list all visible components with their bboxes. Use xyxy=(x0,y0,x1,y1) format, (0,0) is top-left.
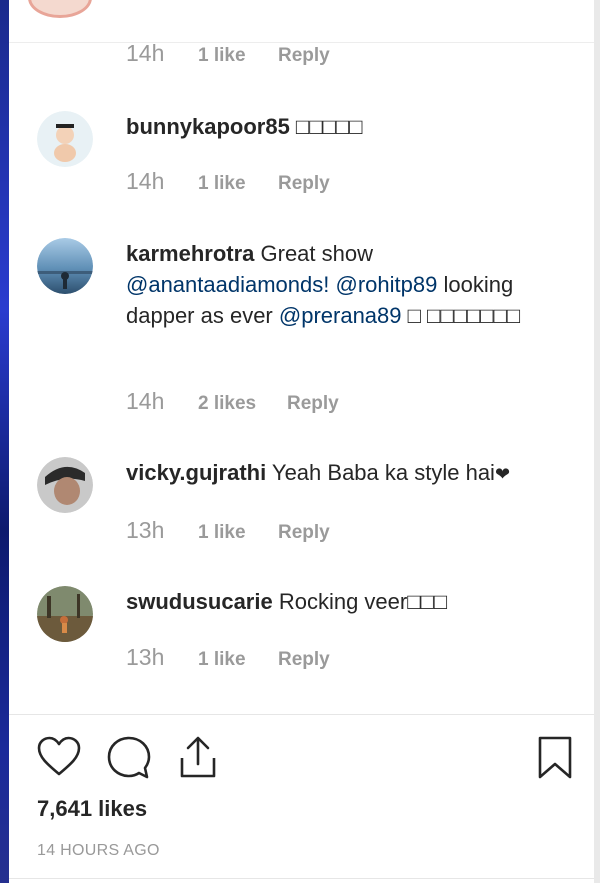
comment-body: Yeah Baba ka style hai xyxy=(266,460,495,485)
comment-text: vicky.gujrathi Yeah Baba ka style hai❤ xyxy=(126,457,576,490)
avatar[interactable] xyxy=(37,457,93,513)
comment-time: 14h xyxy=(126,40,165,66)
background-edge xyxy=(0,0,9,883)
comment-body: □□□□□ xyxy=(289,114,363,139)
comment-likes[interactable]: 1 like xyxy=(198,45,278,67)
comment-username[interactable]: karmehrotra xyxy=(126,241,254,266)
speech-bubble-icon[interactable] xyxy=(107,736,151,785)
nature-avatar-icon xyxy=(37,586,93,642)
baby-avatar-icon xyxy=(37,111,93,167)
divider xyxy=(9,714,594,715)
comment-likes[interactable]: 2 likes xyxy=(198,393,287,415)
comment-meta: 14h 1 like Reply xyxy=(126,40,330,67)
outdoor-avatar-icon xyxy=(37,238,93,294)
comment-likes[interactable]: 1 like xyxy=(198,522,278,544)
divider xyxy=(9,878,594,879)
comment-text: swudusucarie Rocking veer□□□ xyxy=(126,586,576,617)
heart-emoji-icon: ❤ xyxy=(494,464,511,484)
reply-button[interactable]: Reply xyxy=(278,522,330,544)
comment-time: 13h xyxy=(126,517,165,543)
comment-time: 14h xyxy=(126,388,165,414)
comment-text: karmehrotra Great show @anantaadiamonds!… xyxy=(126,238,576,331)
comment-body: Great show xyxy=(254,241,374,266)
reply-button[interactable]: Reply xyxy=(278,45,330,67)
mention-link[interactable]: @rohitp89 xyxy=(336,272,438,297)
scrollbar-track[interactable] xyxy=(594,0,600,883)
mention-link[interactable]: @prerana89 xyxy=(279,303,402,328)
post-action-bar xyxy=(37,736,577,782)
comment-likes[interactable]: 1 like xyxy=(198,649,278,671)
reply-button[interactable]: Reply xyxy=(278,173,330,195)
comment-time: 14h xyxy=(126,168,165,194)
comment-text: bunnykapoor85 □□□□□ xyxy=(126,111,576,142)
comment-meta: 14h 1 like Reply xyxy=(126,168,330,195)
comment-time: 13h xyxy=(126,644,165,670)
reply-button[interactable]: Reply xyxy=(287,393,339,415)
avatar[interactable] xyxy=(37,111,93,167)
post-likes-count[interactable]: 7,641 likes xyxy=(37,796,147,822)
avatar[interactable] xyxy=(37,586,93,642)
portrait-avatar-icon xyxy=(37,457,93,513)
comment-body: □ □□□□□□□ xyxy=(401,303,521,328)
mention-link[interactable]: @anantaadiamonds! xyxy=(126,272,329,297)
comment-username[interactable]: bunnykapoor85 xyxy=(126,114,290,139)
comment-username[interactable]: swudusucarie xyxy=(126,589,273,614)
bookmark-icon[interactable] xyxy=(537,736,573,785)
share-upload-icon[interactable] xyxy=(178,736,218,785)
heart-outline-icon[interactable] xyxy=(37,736,81,783)
comment-username[interactable]: vicky.gujrathi xyxy=(126,460,266,485)
comment-body: Rocking veer□□□ xyxy=(272,589,448,614)
avatar[interactable] xyxy=(37,238,93,294)
comment-meta: 14h 2 likes Reply xyxy=(126,388,339,415)
reply-button[interactable]: Reply xyxy=(278,649,330,671)
post-timestamp[interactable]: 14 HOURS AGO xyxy=(37,842,160,860)
comment-meta: 13h 1 like Reply xyxy=(126,517,330,544)
comment-meta: 13h 1 like Reply xyxy=(126,644,330,671)
comment-likes[interactable]: 1 like xyxy=(198,173,278,195)
